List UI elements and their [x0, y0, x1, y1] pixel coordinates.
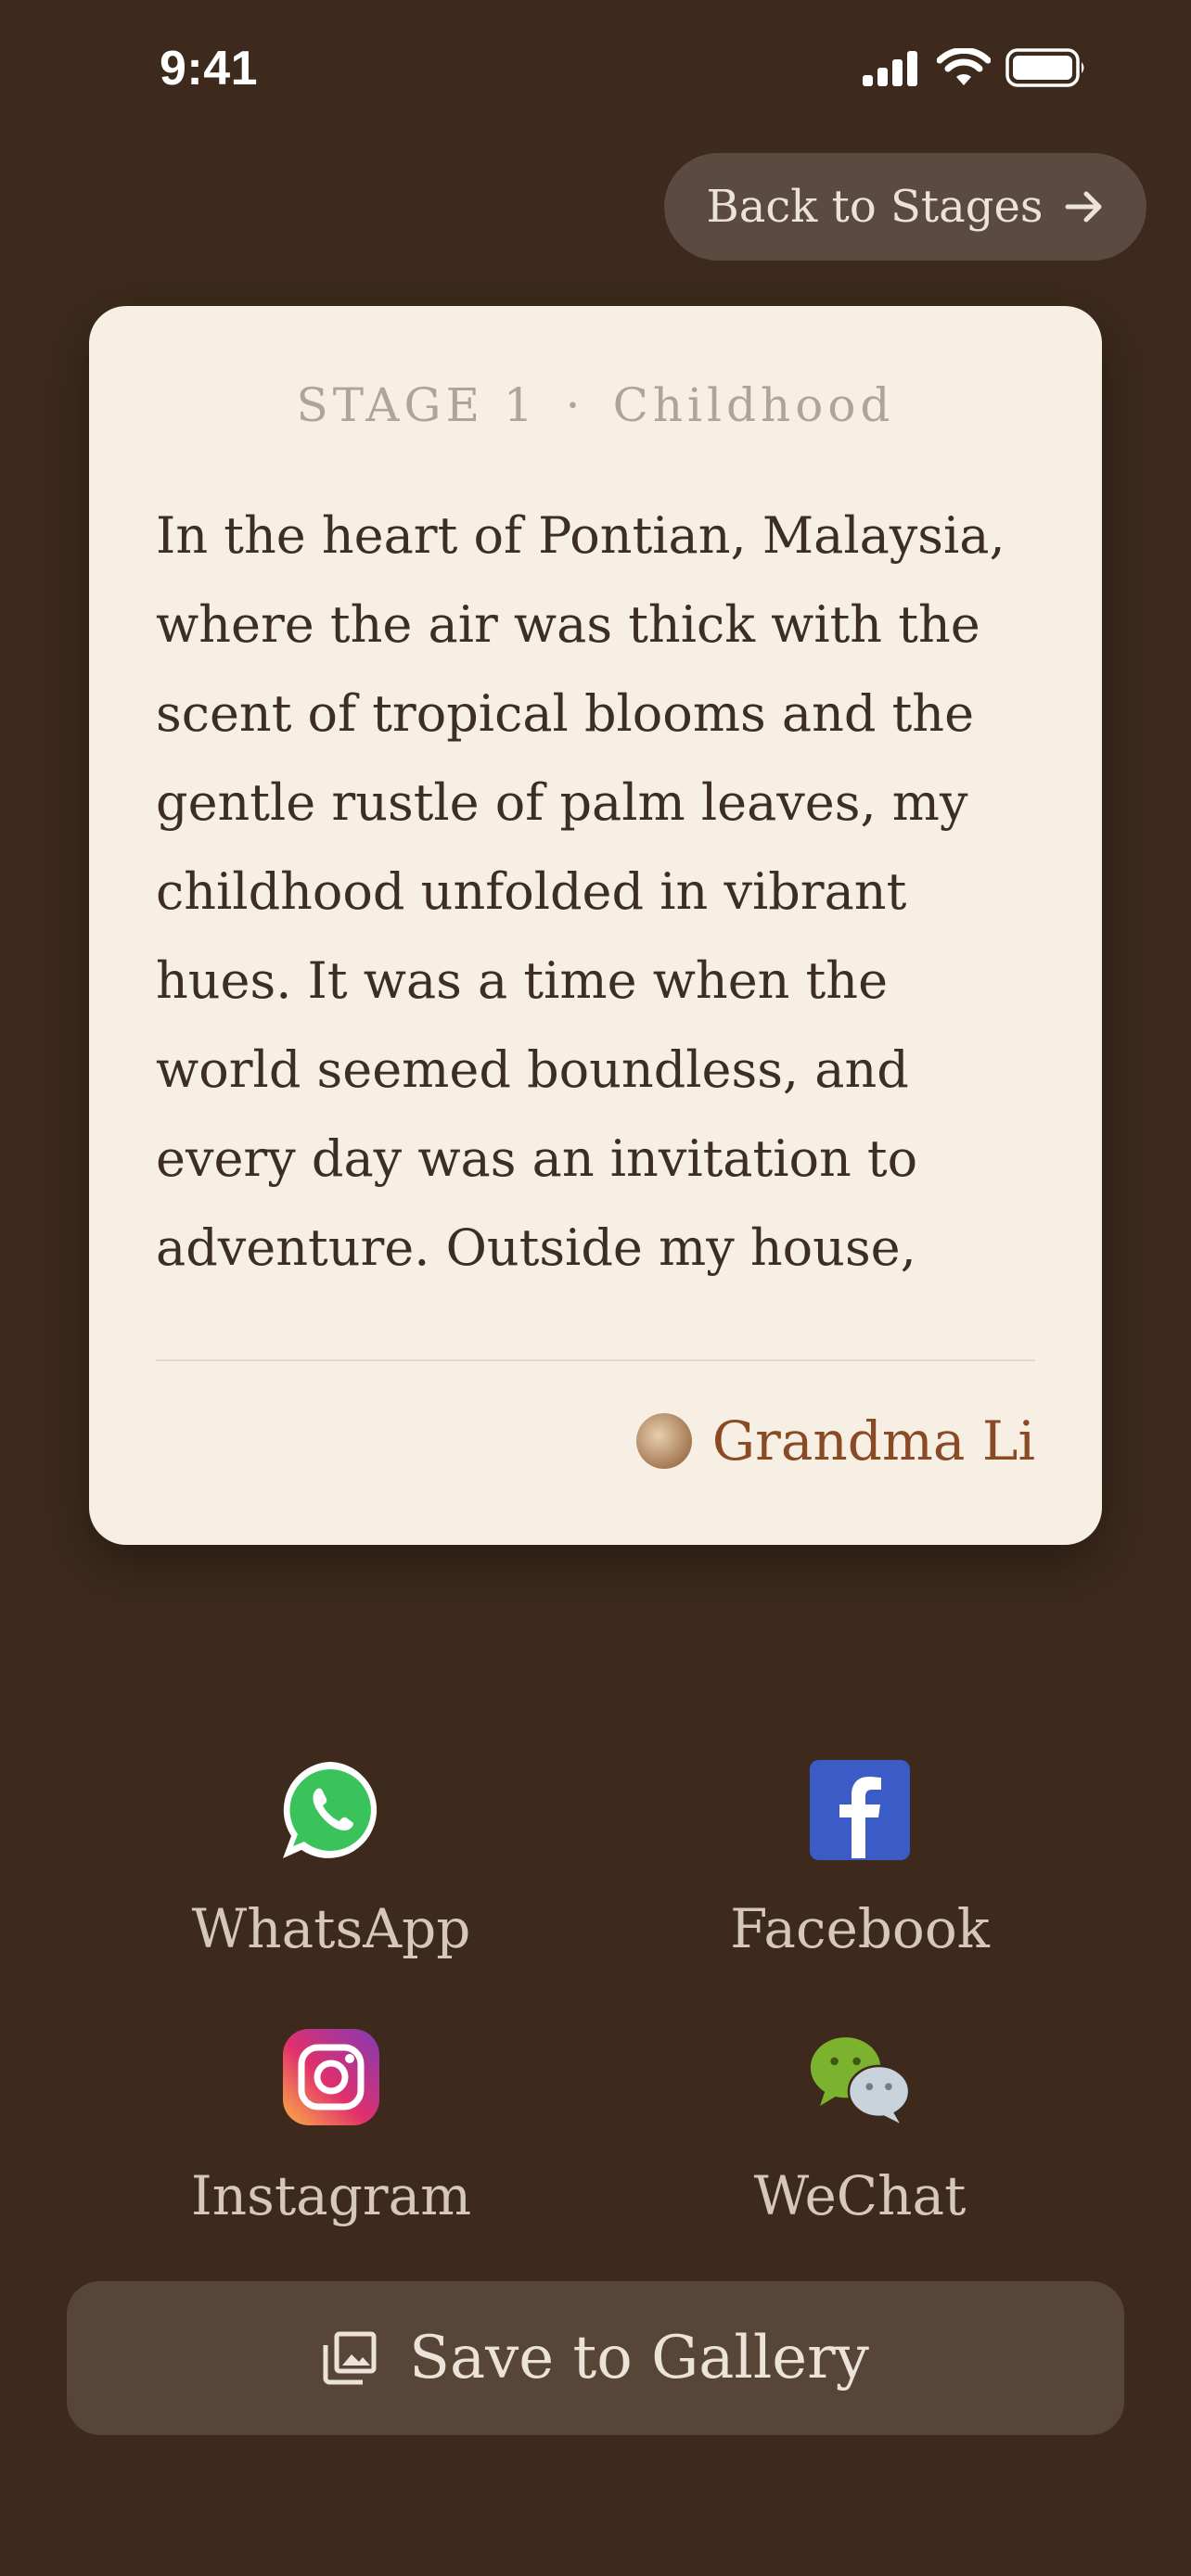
- share-facebook[interactable]: Facebook: [600, 1754, 1120, 1960]
- author-avatar: [635, 1413, 692, 1469]
- cellular-signal-icon: [863, 51, 917, 86]
- stage-separator: ·: [565, 378, 585, 432]
- author-name: Grandma Li: [711, 1409, 1035, 1473]
- story-card: STAGE 1 · Childhood In the heart of Pontia…: [89, 306, 1102, 1545]
- wechat-label: WeChat: [753, 2164, 967, 2227]
- share-instagram[interactable]: Instagram: [71, 2021, 591, 2227]
- save-to-gallery-button[interactable]: Save to Gallery: [67, 2281, 1124, 2435]
- wechat-icon: [810, 2037, 911, 2123]
- facebook-icon: [810, 1760, 910, 1860]
- stage-name: Childhood: [612, 378, 895, 432]
- back-to-stages-button[interactable]: Back to Stages: [664, 153, 1146, 261]
- back-to-stages-label: Back to Stages: [706, 181, 1044, 233]
- arrow-right-icon: [1065, 191, 1102, 223]
- author: Grandma Li: [635, 1409, 1035, 1473]
- stage-header: STAGE 1 · Childhood: [89, 378, 1102, 432]
- battery-icon: [1005, 48, 1084, 87]
- save-to-gallery-label: Save to Gallery: [409, 2324, 869, 2392]
- story-text: In the heart of Pontian, Malaysia, where…: [156, 506, 1005, 1277]
- whatsapp-icon: [283, 1762, 378, 1858]
- gallery-icon: [323, 2331, 377, 2385]
- wifi-icon: [937, 48, 991, 85]
- card-divider: [156, 1359, 1035, 1361]
- share-wechat[interactable]: WeChat: [600, 2021, 1120, 2227]
- share-whatsapp[interactable]: WhatsApp: [71, 1754, 591, 1960]
- status-icons: [861, 48, 1087, 87]
- whatsapp-label: WhatsApp: [191, 1897, 471, 1960]
- status-time: 9:41: [160, 42, 259, 96]
- stage-number: STAGE 1: [296, 378, 538, 432]
- instagram-icon: [283, 2029, 379, 2125]
- instagram-label: Instagram: [190, 2164, 472, 2227]
- facebook-label: Facebook: [730, 1897, 990, 1960]
